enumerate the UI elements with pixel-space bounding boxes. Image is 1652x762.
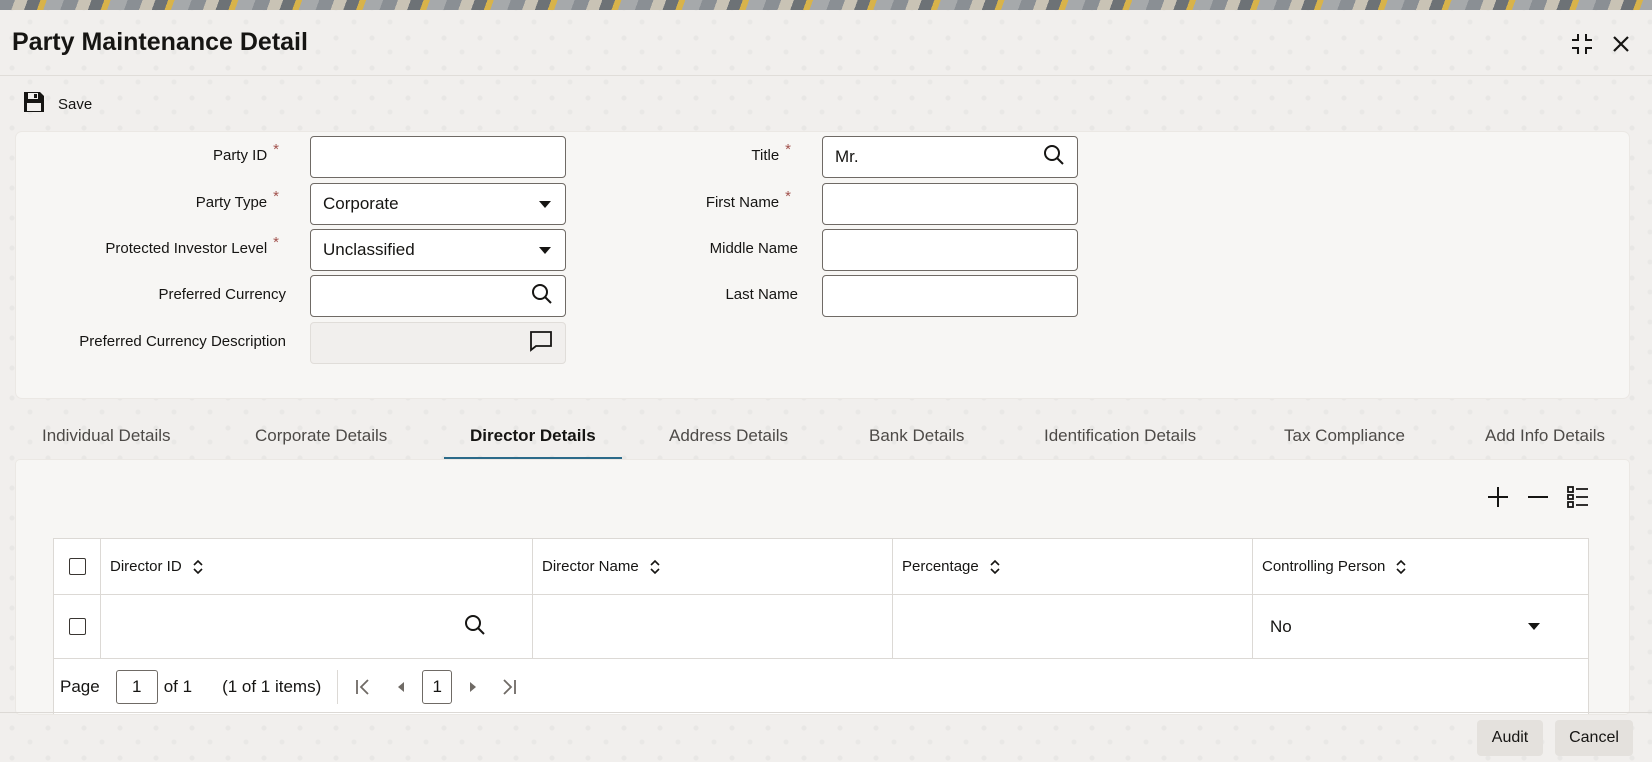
tab-add-info-details[interactable]: Add Info Details [1485, 412, 1605, 460]
last-name-input[interactable] [822, 275, 1078, 317]
column-header-percentage[interactable]: Percentage [893, 539, 1253, 594]
middle-name-input[interactable] [822, 229, 1078, 271]
party-id-input[interactable] [310, 136, 566, 178]
add-row-icon[interactable] [1485, 484, 1511, 510]
chevron-down-icon [1528, 623, 1540, 630]
required-marker: * [273, 188, 279, 205]
protected-investor-level-label: Protected Investor Level * [105, 234, 279, 257]
title-value: Mr. [835, 147, 859, 166]
next-page-icon[interactable] [462, 676, 484, 698]
first-name-input[interactable] [822, 183, 1078, 225]
tab-identification-details[interactable]: Identification Details [1044, 412, 1196, 460]
protected-investor-level-select[interactable]: Unclassified [310, 229, 566, 271]
sort-icon[interactable] [649, 559, 661, 575]
table-row: No [54, 595, 1588, 659]
column-header-controlling-person[interactable]: Controlling Person [1253, 539, 1588, 594]
page-label: Page [60, 677, 100, 696]
save-label: Save [58, 95, 93, 113]
detail-tabs: Individual Details Corporate Details Dir… [16, 412, 1629, 460]
last-name-label: Last Name [725, 286, 798, 303]
select-all-checkbox[interactable] [68, 558, 86, 575]
close-icon[interactable] [1607, 30, 1635, 58]
preferred-currency-label: Preferred Currency [158, 286, 286, 303]
page-title: Party Maintenance Detail [12, 28, 308, 56]
column-header-director-name[interactable]: Director Name [533, 539, 893, 594]
director-name-cell[interactable] [533, 595, 893, 658]
audit-button[interactable]: Audit [1477, 720, 1543, 756]
required-marker: * [785, 188, 791, 205]
required-marker: * [273, 141, 279, 158]
pager-divider [337, 670, 339, 704]
page-count-label: of 1 [163, 677, 193, 696]
tab-tax-compliance[interactable]: Tax Compliance [1284, 412, 1405, 460]
window-header: Party Maintenance Detail [0, 10, 1652, 76]
protected-investor-level-value: Unclassified [323, 240, 415, 259]
search-icon[interactable] [464, 614, 486, 640]
tab-corporate-details[interactable]: Corporate Details [255, 412, 387, 460]
controlling-person-select[interactable]: No [1253, 595, 1588, 658]
chevron-down-icon [539, 200, 551, 208]
director-id-cell[interactable] [101, 595, 533, 658]
save-button[interactable]: Save [22, 90, 92, 118]
tab-director-details[interactable]: Director Details [444, 412, 622, 460]
page-number-input[interactable]: 1 [115, 670, 158, 704]
sort-icon[interactable] [192, 559, 204, 575]
select-all-cell [54, 539, 101, 594]
party-type-select[interactable]: Corporate [310, 183, 566, 225]
first-name-label: First Name * [705, 188, 791, 211]
column-header-director-id[interactable]: Director ID [101, 539, 533, 594]
tab-bank-details[interactable]: Bank Details [869, 412, 964, 460]
previous-page-icon[interactable] [390, 676, 412, 698]
grid-toolbar [1485, 484, 1591, 510]
preferred-currency-description-input [310, 322, 566, 364]
required-marker: * [785, 141, 791, 158]
search-icon[interactable] [531, 283, 553, 310]
chevron-down-icon [539, 246, 551, 254]
dialog-footer: Audit Cancel [0, 712, 1652, 762]
sort-icon[interactable] [1395, 559, 1407, 575]
page-button-1[interactable]: 1 [422, 670, 453, 704]
percentage-cell[interactable] [893, 595, 1253, 658]
decorative-banner-strip [0, 0, 1652, 10]
party-type-value: Corporate [323, 194, 399, 213]
title-label: Title * [751, 141, 791, 164]
pagination-bar: Page 1 of 1 (1 of 1 items) 1 [54, 659, 1588, 714]
cancel-button[interactable]: Cancel [1555, 720, 1633, 756]
tab-individual-details[interactable]: Individual Details [42, 412, 171, 460]
table-header: Director ID Director Name Percentage Con… [54, 539, 1588, 595]
row-select-cell [54, 595, 101, 658]
search-icon[interactable] [1043, 144, 1065, 171]
minimize-window-icon[interactable] [1568, 30, 1596, 58]
preferred-currency-description-label: Preferred Currency Description [79, 333, 286, 350]
controlling-person-value: No [1270, 616, 1292, 636]
director-details-table: Director ID Director Name Percentage Con… [53, 538, 1589, 714]
sort-icon[interactable] [989, 559, 1001, 575]
director-details-panel: Director ID Director Name Percentage Con… [16, 460, 1629, 714]
row-checkbox[interactable] [68, 618, 86, 635]
middle-name-label: Middle Name [709, 240, 798, 257]
title-input[interactable]: Mr. [822, 136, 1078, 178]
last-page-icon[interactable] [498, 676, 520, 698]
items-count-label: (1 of 1 items) [222, 677, 322, 696]
required-marker: * [273, 234, 279, 251]
single-record-view-icon[interactable] [1565, 484, 1591, 510]
party-id-label: Party ID * [212, 141, 279, 164]
tab-address-details[interactable]: Address Details [669, 412, 788, 460]
remove-row-icon[interactable] [1525, 484, 1551, 510]
comment-icon[interactable] [529, 330, 553, 357]
party-form-panel: Party ID * Party Type * Protected Investor… [16, 132, 1629, 398]
preferred-currency-input[interactable] [310, 275, 566, 317]
save-icon [22, 90, 46, 119]
first-page-icon[interactable] [352, 676, 374, 698]
party-type-label: Party Type * [195, 188, 279, 211]
